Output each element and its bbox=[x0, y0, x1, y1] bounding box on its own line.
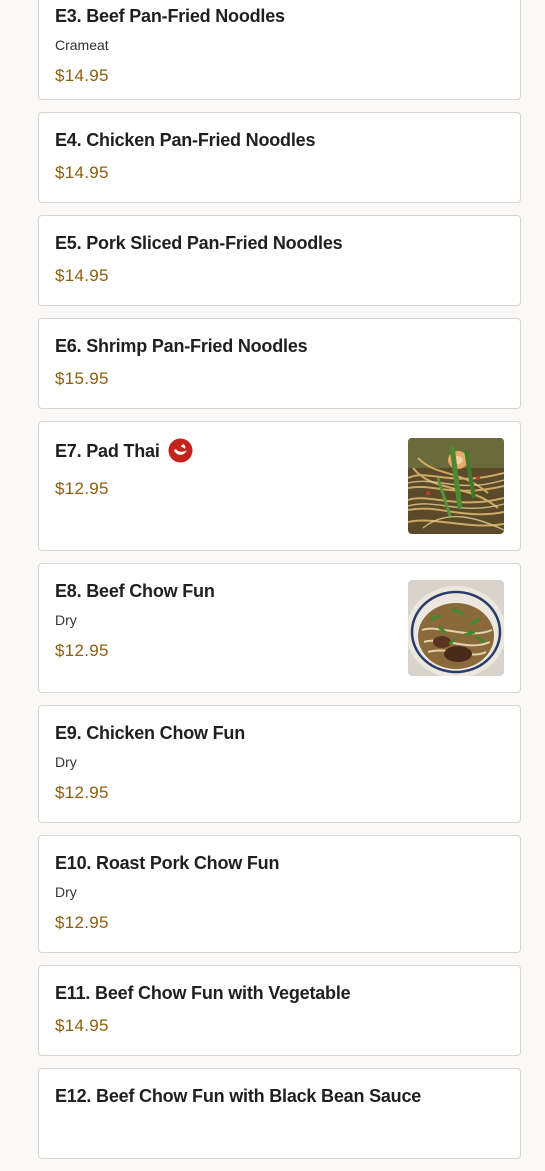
menu-item-card[interactable]: E5. Pork Sliced Pan-Fried Noodles $14.95 bbox=[38, 215, 521, 306]
menu-item-price: $15.95 bbox=[55, 369, 109, 388]
pad-thai-photo[interactable] bbox=[408, 438, 504, 534]
menu-item-card[interactable]: E12. Beef Chow Fun with Black Bean Sauce bbox=[38, 1068, 521, 1159]
spicy-pepper-icon bbox=[168, 438, 193, 463]
beef-chow-fun-photo[interactable] bbox=[408, 580, 504, 676]
menu-item-list: E3. Beef Pan-Fried Noodles Crameat $14.9… bbox=[38, 0, 521, 1171]
menu-item-card[interactable]: E6. Shrimp Pan-Fried Noodles $15.95 bbox=[38, 318, 521, 409]
menu-item-description: Dry bbox=[55, 884, 77, 900]
menu-item-card[interactable]: E8. Beef Chow Fun Dry $12.95 bbox=[38, 563, 521, 693]
menu-item-price: $14.95 bbox=[55, 163, 109, 182]
menu-item-title: E10. Roast Pork Chow Fun bbox=[55, 853, 280, 873]
menu-item-price: $14.95 bbox=[55, 66, 109, 85]
menu-item-card[interactable]: E10. Roast Pork Chow Fun Dry $12.95 bbox=[38, 835, 521, 953]
menu-item-card[interactable]: E4. Chicken Pan-Fried Noodles $14.95 bbox=[38, 112, 521, 203]
menu-item-price: $14.95 bbox=[55, 1016, 109, 1035]
menu-item-description: Crameat bbox=[55, 37, 109, 53]
menu-item-price: $14.95 bbox=[55, 266, 109, 285]
menu-item-title: E12. Beef Chow Fun with Black Bean Sauce bbox=[55, 1086, 422, 1106]
menu-item-title: E9. Chicken Chow Fun bbox=[55, 723, 246, 743]
menu-item-description: Dry bbox=[55, 754, 77, 770]
menu-item-card[interactable]: E9. Chicken Chow Fun Dry $12.95 bbox=[38, 705, 521, 823]
menu-item-card[interactable]: E3. Beef Pan-Fried Noodles Crameat $14.9… bbox=[38, 0, 521, 100]
menu-item-price: $12.95 bbox=[55, 913, 109, 932]
menu-item-title: E6. Shrimp Pan-Fried Noodles bbox=[55, 336, 308, 356]
menu-item-title: E11. Beef Chow Fun with Vegetable bbox=[55, 983, 351, 1003]
menu-item-title: E5. Pork Sliced Pan-Fried Noodles bbox=[55, 233, 343, 253]
menu-item-card[interactable]: E11. Beef Chow Fun with Vegetable $14.95 bbox=[38, 965, 521, 1056]
menu-item-title: E3. Beef Pan-Fried Noodles bbox=[55, 6, 285, 26]
menu-item-price: $12.95 bbox=[55, 783, 109, 802]
menu-item-title: E4. Chicken Pan-Fried Noodles bbox=[55, 130, 316, 150]
menu-item-card[interactable]: E7. Pad Thai $12.95 bbox=[38, 421, 521, 551]
